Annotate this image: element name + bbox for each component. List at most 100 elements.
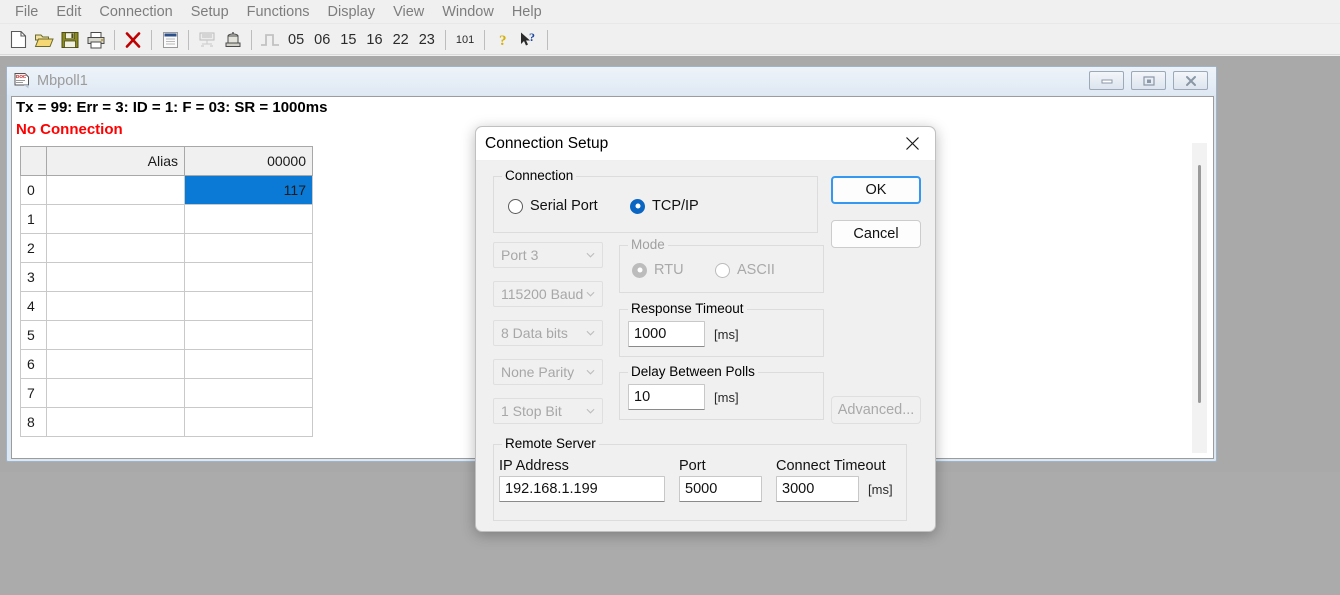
menu-functions[interactable]: Functions — [238, 2, 319, 22]
ip-address-label: IP Address — [499, 458, 569, 474]
cell-value[interactable] — [184, 233, 313, 263]
toolbar-separator — [188, 29, 189, 50]
table-row[interactable]: 8 — [20, 407, 313, 437]
radio-rtu: RTU — [632, 262, 684, 278]
menu-help[interactable]: Help — [503, 2, 551, 22]
function-code-16-button[interactable]: 16 — [361, 32, 387, 48]
cell-value[interactable] — [184, 407, 313, 437]
delay-between-polls-input[interactable] — [628, 384, 705, 410]
table-row[interactable]: 7 — [20, 378, 313, 408]
menu-file[interactable]: File — [6, 2, 47, 22]
minimize-icon[interactable] — [1089, 71, 1124, 90]
cell-alias[interactable] — [46, 262, 185, 292]
port-input[interactable] — [679, 476, 762, 502]
cell-value[interactable] — [184, 378, 313, 408]
cell-alias[interactable] — [46, 349, 185, 379]
save-file-icon[interactable] — [57, 27, 83, 53]
cell-alias[interactable] — [46, 378, 185, 408]
cell-value[interactable] — [184, 291, 313, 321]
restore-icon[interactable] — [1131, 71, 1166, 90]
row-index: 7 — [20, 378, 47, 408]
scrollbar-thumb[interactable] — [1198, 165, 1201, 403]
close-icon[interactable] — [1173, 71, 1208, 90]
ip-address-input[interactable] — [499, 476, 665, 502]
slave-definition-icon[interactable] — [220, 27, 246, 53]
column-header-index[interactable] — [20, 146, 47, 176]
table-row[interactable]: 5 — [20, 320, 313, 350]
function-code-15-button[interactable]: 15 — [335, 32, 361, 48]
table-row[interactable]: 2 — [20, 233, 313, 263]
function-code-05-button[interactable]: 05 — [283, 32, 309, 48]
poll-definition-disabled-icon — [194, 27, 220, 53]
close-icon[interactable] — [889, 127, 935, 160]
menu-bar: File Edit Connection Setup Functions Dis… — [0, 0, 1340, 24]
table-row[interactable]: 4 — [20, 291, 313, 321]
menu-view[interactable]: View — [384, 2, 433, 22]
cell-alias[interactable] — [46, 175, 185, 205]
baud-rate-combo[interactable]: 115200 Baud — [493, 281, 603, 307]
cell-value[interactable] — [184, 262, 313, 292]
cancel-button[interactable]: Cancel — [831, 220, 921, 248]
data-bits-combo[interactable]: 8 Data bits — [493, 320, 603, 346]
cell-alias[interactable] — [46, 291, 185, 321]
cell-value[interactable] — [184, 204, 313, 234]
read-write-definition-icon[interactable] — [157, 27, 183, 53]
new-file-icon[interactable] — [5, 27, 31, 53]
stop-bits-combo[interactable]: 1 Stop Bit — [493, 398, 603, 424]
menu-window[interactable]: Window — [433, 2, 503, 22]
column-header-alias[interactable]: Alias — [46, 146, 185, 176]
radio-tcp-ip[interactable]: TCP/IP — [630, 198, 699, 214]
function-code-06-button[interactable]: 06 — [309, 32, 335, 48]
context-help-cursor-icon[interactable]: ? — [516, 27, 542, 53]
data-bits-value: 8 Data bits — [501, 325, 568, 341]
dialog-title-bar[interactable]: Connection Setup — [476, 127, 935, 161]
table-row[interactable]: 6 — [20, 349, 313, 379]
menu-setup[interactable]: Setup — [182, 2, 238, 22]
radio-rtu-label: RTU — [654, 262, 684, 278]
register-table: Alias 00000 0 117 1 2 3 4 5 6 7 8 — [20, 146, 313, 437]
radio-serial-port[interactable]: Serial Port — [508, 198, 598, 214]
menu-connection[interactable]: Connection — [90, 2, 181, 22]
delay-between-polls-label: Delay Between Polls — [628, 364, 758, 379]
cell-alias[interactable] — [46, 407, 185, 437]
cell-alias[interactable] — [46, 233, 185, 263]
connection-setup-dialog: Connection Setup Connection Serial Port … — [475, 126, 936, 532]
cell-value[interactable] — [184, 320, 313, 350]
table-row[interactable]: 1 — [20, 204, 313, 234]
toolbar: 05 06 15 16 22 23 101 ? ? — [0, 25, 1340, 55]
chevron-down-icon — [586, 408, 595, 414]
serial-port-combo[interactable]: Port 3 — [493, 242, 603, 268]
stop-bits-value: 1 Stop Bit — [501, 403, 562, 419]
dialog-title: Connection Setup — [485, 135, 609, 152]
remote-server-label: Remote Server — [502, 436, 599, 451]
response-timeout-label: Response Timeout — [628, 301, 747, 316]
cell-value[interactable] — [184, 349, 313, 379]
parity-combo[interactable]: None Parity — [493, 359, 603, 385]
row-index: 8 — [20, 407, 47, 437]
table-row[interactable]: 0 117 — [20, 175, 313, 205]
row-index: 0 — [20, 175, 47, 205]
parity-value: None Parity — [501, 364, 575, 380]
print-icon[interactable] — [83, 27, 109, 53]
ok-button[interactable]: OK — [831, 176, 921, 204]
column-header-00000[interactable]: 00000 — [184, 146, 313, 176]
table-row[interactable]: 3 — [20, 262, 313, 292]
mdi-title-bar[interactable]: DOC Mbpoll1 — [7, 67, 1216, 95]
cell-alias[interactable] — [46, 204, 185, 234]
cell-alias[interactable] — [46, 320, 185, 350]
row-index: 4 — [20, 291, 47, 321]
row-index: 1 — [20, 204, 47, 234]
cell-value-selected[interactable]: 117 — [184, 175, 313, 205]
function-code-22-button[interactable]: 22 — [388, 32, 414, 48]
raw-data-button[interactable]: 101 — [451, 34, 479, 46]
close-red-x-icon[interactable] — [120, 27, 146, 53]
open-file-icon[interactable] — [31, 27, 57, 53]
function-code-23-button[interactable]: 23 — [414, 32, 440, 48]
menu-display[interactable]: Display — [319, 2, 385, 22]
connect-timeout-input[interactable] — [776, 476, 859, 502]
help-question-icon[interactable]: ? — [490, 27, 516, 53]
radio-tcp-ip-label: TCP/IP — [652, 198, 699, 214]
response-timeout-input[interactable] — [628, 321, 705, 347]
vertical-scrollbar[interactable] — [1192, 143, 1207, 453]
menu-edit[interactable]: Edit — [47, 2, 90, 22]
